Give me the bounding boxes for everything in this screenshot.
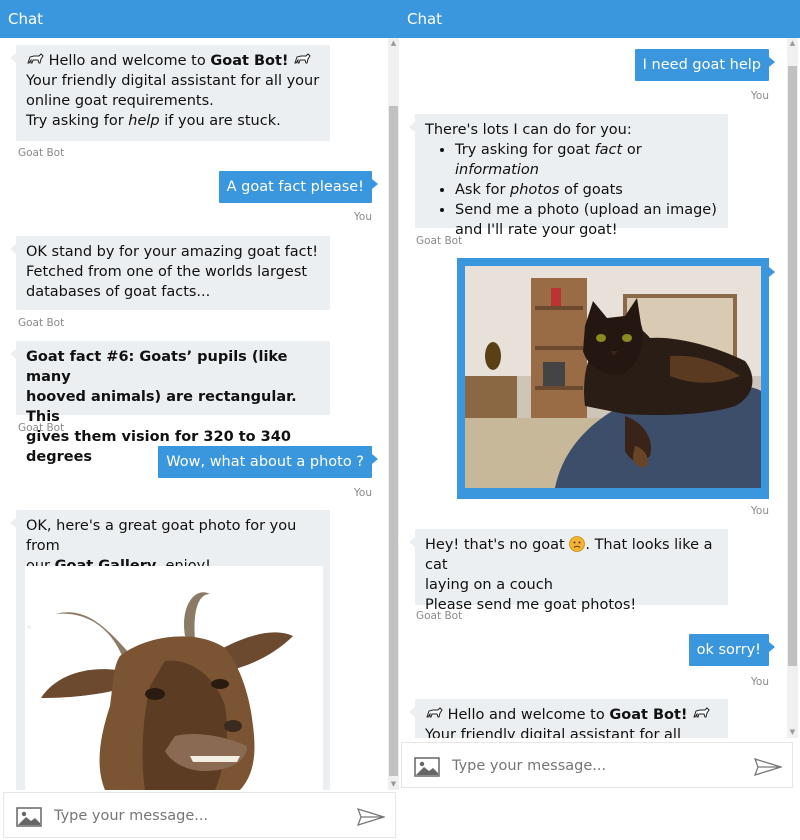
scroll-thumb[interactable]: [389, 106, 398, 776]
scrollbar[interactable]: ▲ ▼: [787, 38, 798, 738]
user-message-sorry: ok sorry!: [688, 634, 776, 666]
welcome-text: Hello and welcome to: [48, 53, 211, 69]
keyword: photos: [510, 182, 560, 198]
sender-label: You: [353, 487, 372, 499]
bot-name: Goat Bot!: [609, 707, 688, 723]
keyword: information: [455, 162, 539, 178]
message-line: hooved animals) are rectangular. This: [26, 389, 297, 425]
user-photo-bubble: [457, 258, 775, 499]
goat-emoji-icon: [27, 53, 44, 64]
message-line: OK, here's a great goat photo for you fr…: [26, 518, 297, 554]
welcome-line: Try asking for: [26, 113, 129, 129]
user-message-photo: Wow, what about a photo ?: [158, 446, 378, 478]
welcome-text: Hello and welcome to: [447, 707, 610, 723]
send-icon[interactable]: [754, 757, 782, 777]
help-list-item: Send me a photo (upload an image) and I'l…: [455, 200, 718, 240]
goat-emoji-icon: [693, 707, 710, 718]
svg-text:©: ©: [27, 625, 32, 629]
chat-header: Chat: [399, 0, 800, 38]
upload-image-icon[interactable]: [16, 807, 42, 827]
welcome-line: Your friendly digital assistant for all …: [26, 73, 320, 89]
sender-label: Goat Bot: [416, 235, 463, 247]
sender-label: You: [750, 505, 769, 517]
list-text: Try asking for goat: [455, 142, 595, 158]
goat-emoji-icon: [294, 53, 311, 64]
message-line: Fetched from one of the worlds largest: [26, 264, 308, 280]
bot-message-nogoat: Hey! that's no goat . That looks like a …: [409, 529, 728, 613]
sender-label: You: [353, 211, 372, 223]
bot-message-standby: OK stand by for your amazing goat fact! …: [10, 236, 330, 310]
message-input[interactable]: [54, 804, 344, 828]
scroll-up-arrow-icon[interactable]: ▲: [787, 38, 798, 49]
message-input-bar: [401, 742, 793, 788]
list-text: and I'll rate your goat!: [455, 222, 618, 238]
help-list: Try asking for goat fact or information …: [425, 140, 718, 240]
list-text: Ask for: [455, 182, 511, 198]
list-text: or: [622, 142, 642, 158]
bot-name: Goat Bot!: [210, 53, 289, 69]
help-list-item: Ask for photos of goats: [455, 180, 718, 200]
welcome-line: Your friendly digital assistant for all …: [425, 727, 681, 738]
sad-face-icon: [569, 536, 586, 552]
message-input[interactable]: [452, 754, 742, 778]
scroll-thumb[interactable]: [788, 66, 797, 666]
send-icon[interactable]: [357, 807, 385, 827]
sender-label: Goat Bot: [18, 147, 65, 159]
chat-history[interactable]: I need goat help You There's lots I can …: [399, 38, 787, 738]
goat-emoji-icon: [426, 707, 443, 718]
help-keyword: help: [128, 113, 160, 129]
chat-history[interactable]: Hello and welcome to Goat Bot! Your frie…: [0, 38, 388, 790]
sender-label: You: [750, 90, 769, 102]
message-line: There's lots I can do for you:: [425, 122, 632, 138]
scroll-up-arrow-icon[interactable]: ▲: [388, 38, 399, 49]
list-text: of goats: [559, 182, 623, 198]
message-line: laying on a couch: [425, 577, 553, 593]
message-line: Goat fact #6: Goats’ pupils (like many: [26, 349, 288, 385]
right-chat-panel: Chat I need goat help You There's lots I…: [399, 0, 800, 790]
scroll-down-arrow-icon[interactable]: ▼: [787, 727, 798, 738]
bot-message-help: There's lots I can do for you: Try askin…: [409, 114, 728, 238]
message-line: Hey! that's no goat: [425, 537, 570, 553]
welcome-line: online goat requirements.: [26, 93, 214, 109]
cat-photo[interactable]: [465, 266, 761, 488]
sender-label: Goat Bot: [18, 422, 65, 434]
bot-message-welcome: Hello and welcome to Goat Bot! Your frie…: [409, 699, 728, 738]
message-input-bar: [3, 792, 396, 838]
upload-image-icon[interactable]: [414, 757, 440, 777]
help-list-item: Try asking for goat fact or information: [455, 140, 718, 180]
message-line: databases of goat facts...: [26, 284, 211, 300]
bot-message-welcome: Hello and welcome to Goat Bot! Your frie…: [10, 45, 330, 141]
chat-header: Chat: [0, 0, 399, 38]
goat-photo[interactable]: ©: [25, 566, 323, 790]
scroll-down-arrow-icon[interactable]: ▼: [388, 779, 399, 790]
message-line: OK stand by for your amazing goat fact!: [26, 244, 319, 260]
list-text: Send me a photo (upload an image): [455, 202, 717, 218]
message-line: Please send me goat photos!: [425, 597, 637, 613]
left-chat-panel: Chat Hello and welcome to Goat Bot! Your…: [0, 0, 399, 840]
bot-message-fact: Goat fact #6: Goats’ pupils (like many h…: [10, 341, 330, 465]
scrollbar[interactable]: ▲ ▼: [388, 38, 399, 790]
welcome-line: if you are stuck.: [159, 113, 281, 129]
user-message-help: I need goat help: [634, 49, 776, 81]
keyword: fact: [594, 142, 623, 158]
user-message-fact: A goat fact please!: [218, 171, 379, 203]
sender-label: Goat Bot: [416, 610, 463, 622]
sender-label: Goat Bot: [18, 317, 65, 329]
sender-label: You: [750, 676, 769, 688]
